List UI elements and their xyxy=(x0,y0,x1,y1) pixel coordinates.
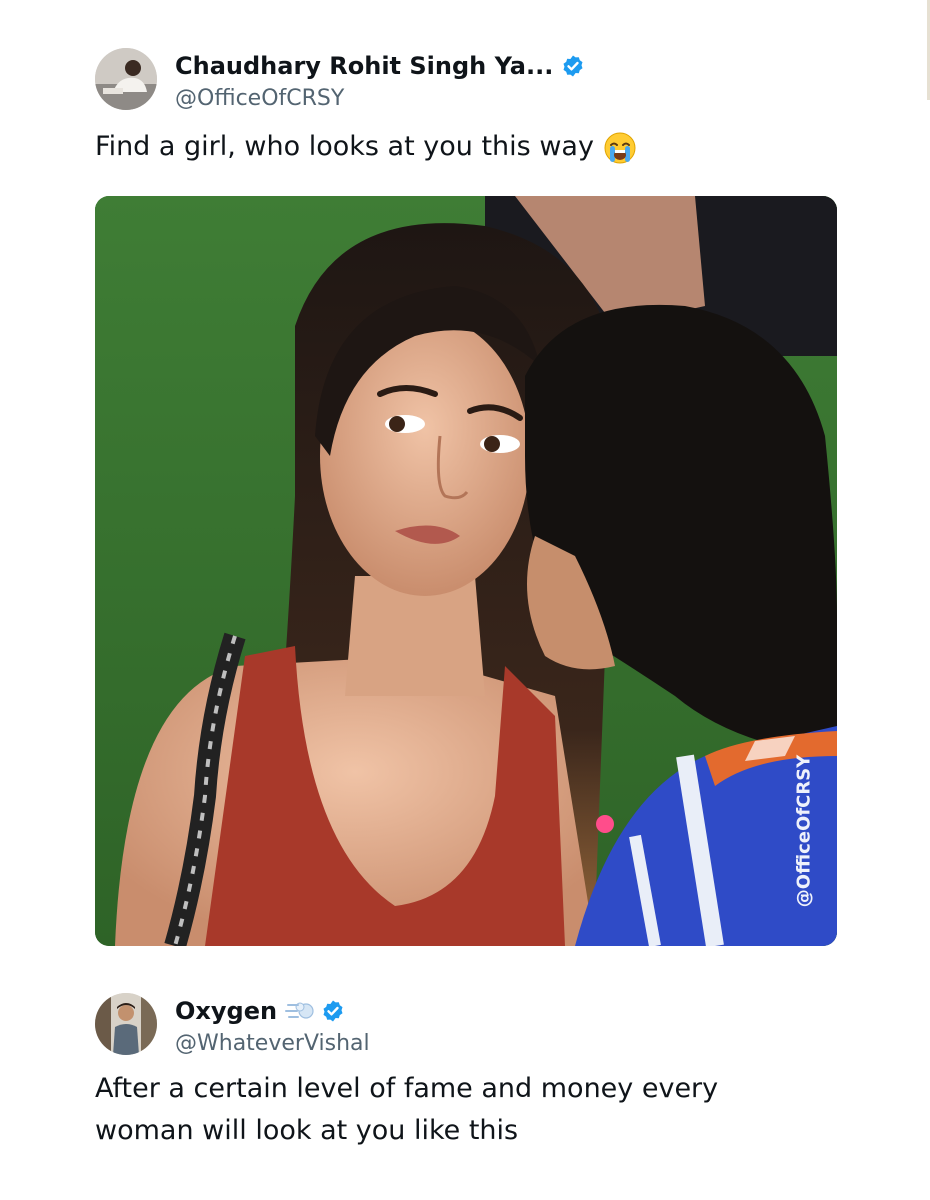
display-name[interactable]: Oxygen xyxy=(175,997,277,1025)
dashing-away-icon xyxy=(285,1002,314,1019)
tweet-text-content: Find a girl, who looks at you this way xyxy=(95,131,594,162)
loudly-crying-face-icon xyxy=(604,132,636,163)
user-handle[interactable]: @OfficeOfCRSY xyxy=(175,86,344,111)
photo-illustration xyxy=(95,196,837,946)
name-row: Chaudhary Rohit Singh Ya... xyxy=(175,52,585,80)
verified-badge-icon xyxy=(563,55,583,77)
display-name[interactable]: Chaudhary Rohit Singh Ya... xyxy=(175,52,553,80)
avatar[interactable] xyxy=(95,48,157,110)
tweet-media-photo[interactable]: @OfficeOfCRSY xyxy=(95,196,837,946)
tweet-card[interactable]: Chaudhary Rohit Singh Ya... @OfficeOfCRS… xyxy=(0,40,930,970)
photo-watermark: @OfficeOfCRSY xyxy=(791,746,817,916)
name-row: Oxygen xyxy=(175,997,345,1025)
verified-badge-icon xyxy=(323,1000,343,1022)
tweet-text: After a certain level of fame and money … xyxy=(95,1073,719,1146)
reply-tweet-card[interactable]: Oxygen @WhateverVishal After a certain l… xyxy=(0,985,930,1200)
watermark-text: @OfficeOfCRSY xyxy=(793,754,815,908)
avatar[interactable] xyxy=(95,993,157,1055)
tweet-text: Find a girl, who looks at you this way xyxy=(95,126,835,168)
user-handle[interactable]: @WhateverVishal xyxy=(175,1031,370,1056)
